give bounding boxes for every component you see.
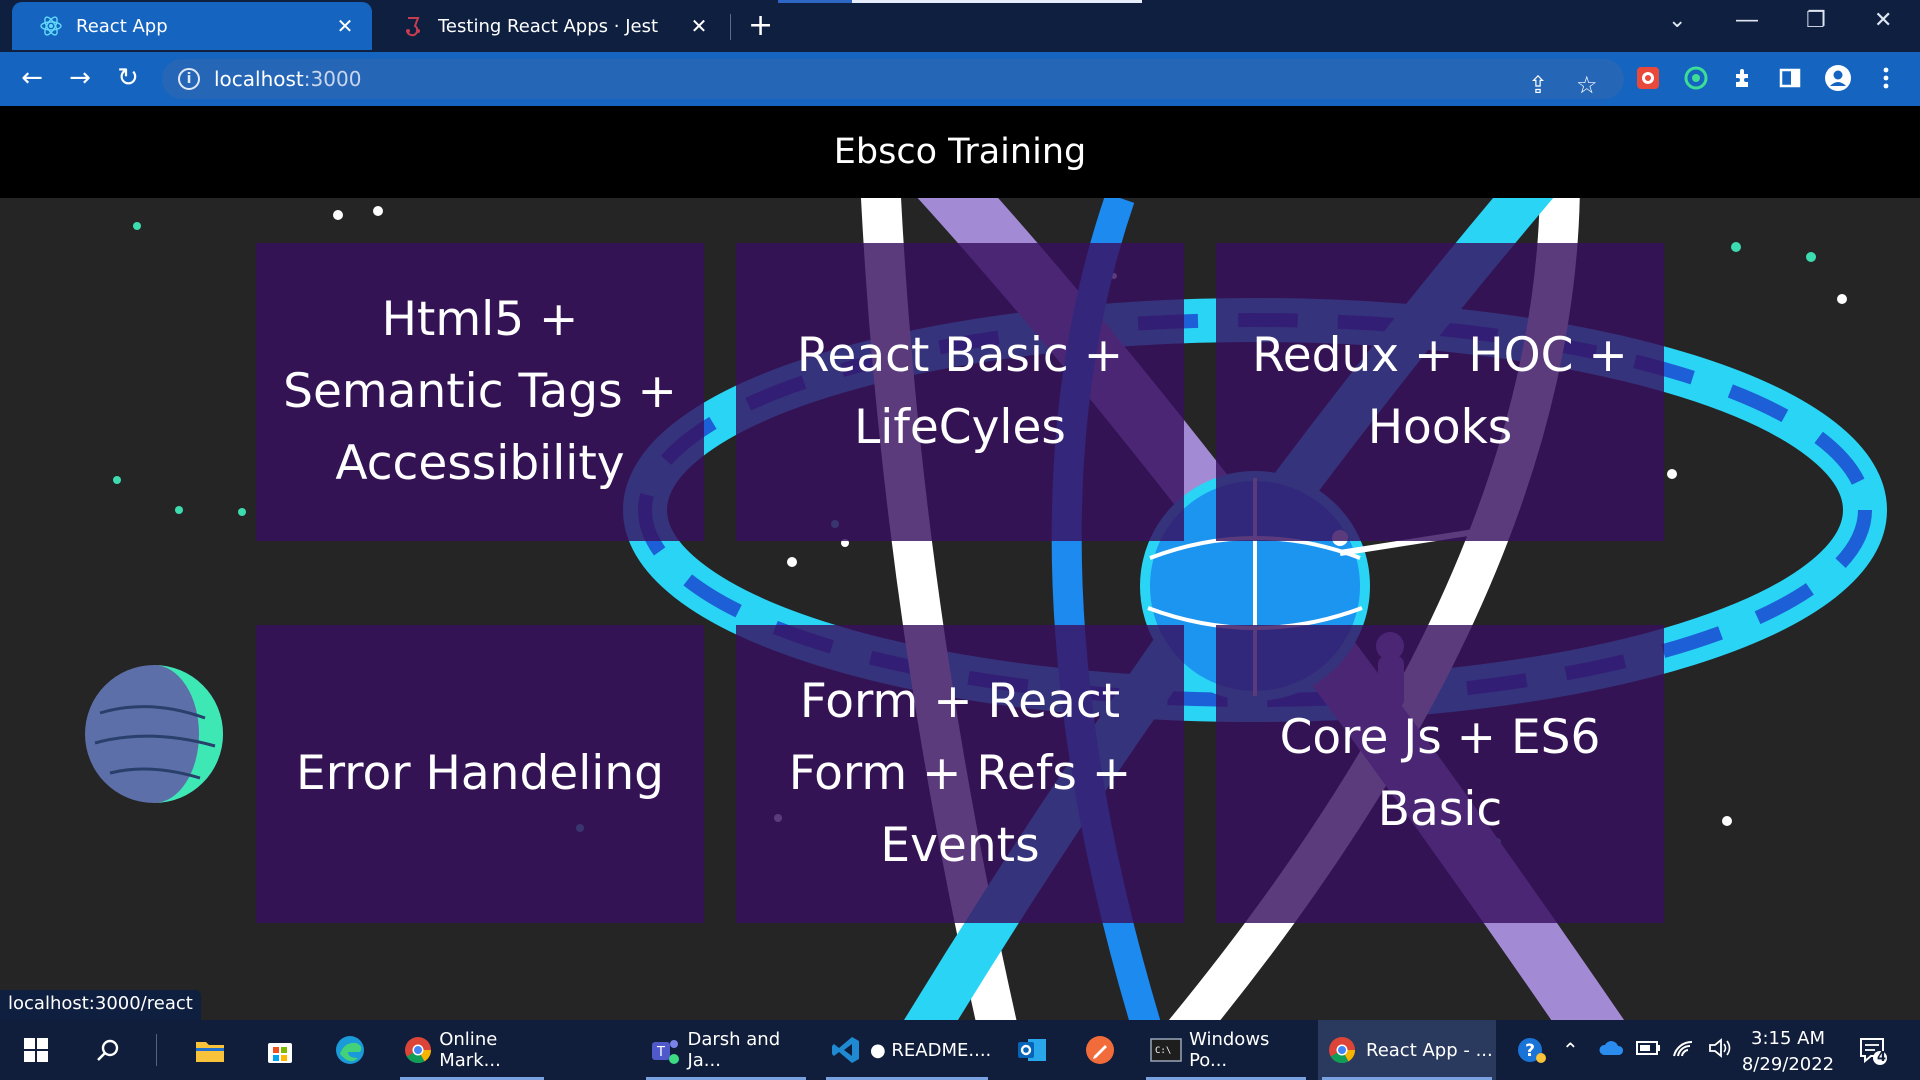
topic-card-error-handling[interactable]: Error Handeling [256, 625, 704, 923]
teams-icon: T [648, 1032, 681, 1068]
chrome-icon [402, 1032, 433, 1068]
address-url: localhost:3000 [214, 67, 362, 91]
clock-time: 3:15 AM [1751, 1028, 1825, 1049]
topic-card-html5[interactable]: Html5 + Semantic Tags + Accessibility [256, 243, 704, 541]
topic-card-forms[interactable]: Form + React Form + Refs + Events [736, 625, 1184, 923]
topic-card-core-js[interactable]: Core Js + ES6 Basic [1216, 625, 1664, 923]
svg-text:C:\: C:\ [1155, 1046, 1171, 1056]
terminal-icon: C:\ [1148, 1032, 1183, 1068]
notification-center-icon[interactable]: 4 [1852, 1030, 1892, 1070]
forward-icon[interactable]: → [62, 60, 98, 96]
minimize-icon[interactable]: ― [1736, 8, 1758, 33]
chrome-icon [1324, 1032, 1360, 1068]
edge-browser-icon[interactable] [330, 1030, 370, 1070]
card-label: Error Handeling [296, 746, 664, 801]
help-icon[interactable]: ? [1512, 1030, 1552, 1070]
extensions-puzzle-icon[interactable] [1728, 62, 1760, 94]
file-explorer-icon[interactable] [190, 1030, 230, 1070]
profile-avatar-icon[interactable] [1822, 62, 1854, 94]
site-info-icon[interactable]: i [178, 68, 200, 90]
tab-title: Testing React Apps · Jest [438, 15, 659, 37]
back-icon[interactable]: ← [14, 60, 50, 96]
notification-count-badge: 4 [1877, 1050, 1887, 1065]
address-bar[interactable]: i localhost:3000 ⇪ ☆ [162, 59, 1624, 99]
reload-icon[interactable]: ↻ [110, 60, 146, 96]
svg-text:T: T [656, 1045, 665, 1060]
onedrive-cloud-icon[interactable] [1598, 1038, 1624, 1062]
window-close-icon[interactable]: ✕ [1874, 8, 1892, 33]
show-hidden-icons-chevron-icon[interactable]: ⌃ [1562, 1038, 1579, 1062]
tab-testing-jest[interactable]: Testing React Apps · Jest ✕ [374, 2, 726, 50]
taskbar-app-windows-powershell[interactable]: C:\ Windows Po... [1142, 1020, 1310, 1080]
extension-green-icon[interactable] [1680, 62, 1712, 94]
outlook-icon[interactable] [1012, 1030, 1052, 1070]
pencil-app-icon[interactable] [1080, 1030, 1120, 1070]
tab-title: React App [76, 15, 168, 37]
tab-react-app[interactable]: React App ✕ [12, 2, 372, 50]
microsoft-store-icon[interactable] [260, 1030, 300, 1070]
close-tab-icon[interactable]: ✕ [686, 14, 712, 38]
browser-toolbar: ← → ↻ i localhost:3000 ⇪ ☆ [0, 52, 1920, 106]
taskbar-app-react-app[interactable]: React App - ... [1318, 1020, 1496, 1080]
card-label: Redux + HOC + Hooks [1252, 328, 1628, 455]
search-icon[interactable] [88, 1030, 128, 1070]
clock-date: 8/29/2022 [1741, 1054, 1835, 1075]
card-label: Form + React Form + Refs + Events [788, 674, 1132, 873]
windows-start-icon[interactable] [16, 1030, 56, 1070]
bookmark-star-icon[interactable]: ☆ [1576, 71, 1598, 99]
windows-taskbar: Online Mark... T Darsh and Ja... ● READM… [0, 1020, 1920, 1080]
side-panel-icon[interactable] [1774, 62, 1806, 94]
card-label: Core Js + ES6 Basic [1279, 710, 1601, 837]
app-header: Ebsco Training [0, 106, 1920, 198]
card-label: React Basic + LifeCyles [796, 328, 1124, 455]
loading-indicator [852, 0, 1142, 3]
topic-card-redux[interactable]: Redux + HOC + Hooks [1216, 243, 1664, 541]
browser-tab-strip: React App ✕ Testing React Apps · Jest ✕ … [0, 0, 1920, 52]
taskbar-app-vscode-readme[interactable]: ● README.... [822, 1020, 992, 1080]
react-favicon-icon [40, 15, 62, 37]
taskbar-app-label: ● README.... [870, 1039, 992, 1061]
battery-icon[interactable] [1636, 1038, 1662, 1062]
link-status-bubble: localhost:3000/react [0, 990, 201, 1020]
extension-red-icon[interactable] [1632, 62, 1664, 94]
svg-text:?: ? [1525, 1041, 1535, 1061]
vscode-icon [828, 1032, 864, 1068]
taskbar-divider [156, 1034, 157, 1066]
page-title: Ebsco Training [833, 132, 1087, 172]
taskbar-app-label: Online Mark... [439, 1029, 501, 1071]
new-tab-button[interactable]: + [748, 8, 773, 43]
jest-favicon-icon [402, 15, 424, 37]
close-tab-icon[interactable]: ✕ [332, 14, 358, 38]
taskbar-app-label: React App - ... [1366, 1039, 1493, 1061]
topic-card-react-basic[interactable]: React Basic + LifeCyles [736, 243, 1184, 541]
share-icon[interactable]: ⇪ [1528, 71, 1548, 99]
small-planet [85, 665, 223, 803]
taskbar-app-teams-chat[interactable]: T Darsh and Ja... [642, 1020, 810, 1080]
taskbar-clock[interactable]: 3:15 AM 8/29/2022 [1740, 1026, 1836, 1078]
tab-separator [730, 14, 731, 40]
taskbar-app-label: Windows Po... [1189, 1029, 1270, 1071]
volume-icon[interactable] [1708, 1038, 1732, 1063]
card-label: Html5 + Semantic Tags + Accessibility [283, 292, 677, 491]
wifi-icon[interactable] [1672, 1038, 1696, 1063]
restore-icon[interactable]: ❐ [1806, 8, 1826, 33]
taskbar-app-label: Darsh and Ja... [687, 1029, 781, 1071]
taskbar-app-online-markdown[interactable]: Online Mark... [396, 1020, 548, 1080]
menu-kebab-icon[interactable] [1870, 62, 1902, 94]
tab-search-icon[interactable]: ⌄ [1668, 8, 1686, 33]
web-page: Ebsco Training Html5 + Semantic Tags + A… [0, 106, 1920, 1020]
